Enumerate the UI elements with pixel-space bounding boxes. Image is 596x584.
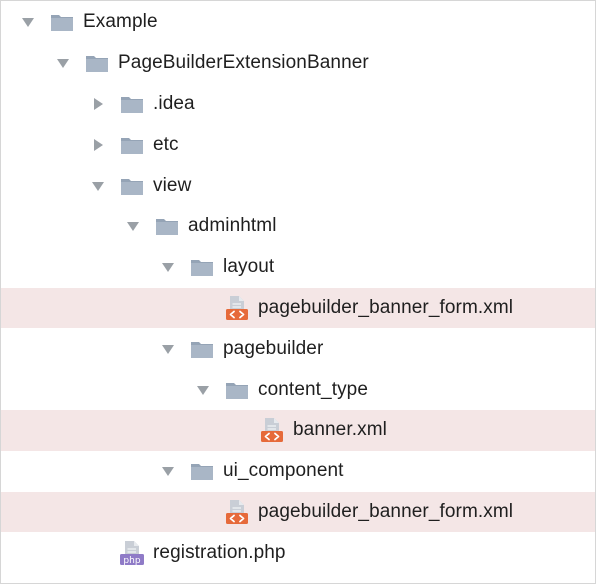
xml-file-icon	[257, 417, 287, 443]
triangle-down-icon[interactable]	[122, 215, 144, 237]
tree-row-9[interactable]: content_type	[1, 369, 595, 410]
php-file-icon: php	[117, 540, 147, 566]
folder-icon	[187, 458, 217, 484]
triangle-down-icon[interactable]	[87, 175, 109, 197]
folder-icon	[187, 254, 217, 280]
triangle-down-icon[interactable]	[52, 52, 74, 74]
triangle-down-icon[interactable]	[157, 338, 179, 360]
tree-item-label: pagebuilder_banner_form.xml	[258, 500, 514, 522]
tree-item-label: Example	[83, 11, 158, 33]
folder-icon	[222, 377, 252, 403]
triangle-down-icon[interactable]	[192, 379, 214, 401]
tree-item-label: ui_component	[223, 460, 344, 482]
xml-file-icon	[222, 499, 252, 525]
tree-item-label: pagebuilder_banner_form.xml	[258, 296, 514, 318]
xml-file-icon	[222, 295, 252, 321]
triangle-right-icon[interactable]	[87, 134, 109, 156]
tree-item-label: layout	[223, 256, 275, 278]
tree-row-1[interactable]: PageBuilderExtensionBanner	[1, 43, 595, 84]
folder-icon	[117, 91, 147, 117]
folder-icon	[82, 50, 112, 76]
tree-item-label: registration.php	[153, 541, 286, 563]
triangle-down-icon[interactable]	[157, 460, 179, 482]
php-badge-text: php	[123, 556, 140, 566]
tree-item-label: banner.xml	[293, 419, 387, 441]
folder-icon	[152, 213, 182, 239]
tree-row-5[interactable]: adminhtml	[1, 206, 595, 247]
tree-row-12[interactable]: pagebuilder_banner_form.xml	[1, 491, 595, 533]
tree-row-6[interactable]: layout	[1, 247, 595, 288]
tree-item-label: pagebuilder	[223, 337, 324, 359]
tree-row-10[interactable]: banner.xml	[1, 410, 595, 451]
tree-row-13[interactable]: php registration.php	[1, 532, 595, 573]
folder-icon	[117, 173, 147, 199]
triangle-down-icon[interactable]	[157, 256, 179, 278]
tree-item-label: .idea	[153, 92, 195, 114]
project-file-tree: Example PageBuilderExtensionBanner .idea et…	[0, 0, 596, 584]
folder-icon	[47, 9, 77, 35]
tree-item-label: PageBuilderExtensionBanner	[118, 52, 369, 74]
triangle-down-icon[interactable]	[17, 11, 39, 33]
tree-row-2[interactable]: .idea	[1, 84, 595, 125]
tree-row-8[interactable]: pagebuilder	[1, 328, 595, 369]
tree-row-7[interactable]: pagebuilder_banner_form.xml	[1, 287, 595, 329]
tree-row-0[interactable]: Example	[1, 2, 595, 43]
tree-item-label: view	[153, 174, 192, 196]
folder-icon	[117, 132, 147, 158]
tree-row-11[interactable]: ui_component	[1, 451, 595, 492]
triangle-right-icon[interactable]	[87, 93, 109, 115]
tree-item-label: etc	[153, 133, 179, 155]
folder-icon	[187, 336, 217, 362]
tree-row-3[interactable]: etc	[1, 124, 595, 165]
tree-item-label: content_type	[258, 378, 369, 400]
tree-item-label: adminhtml	[188, 215, 277, 237]
tree-row-4[interactable]: view	[1, 165, 595, 206]
